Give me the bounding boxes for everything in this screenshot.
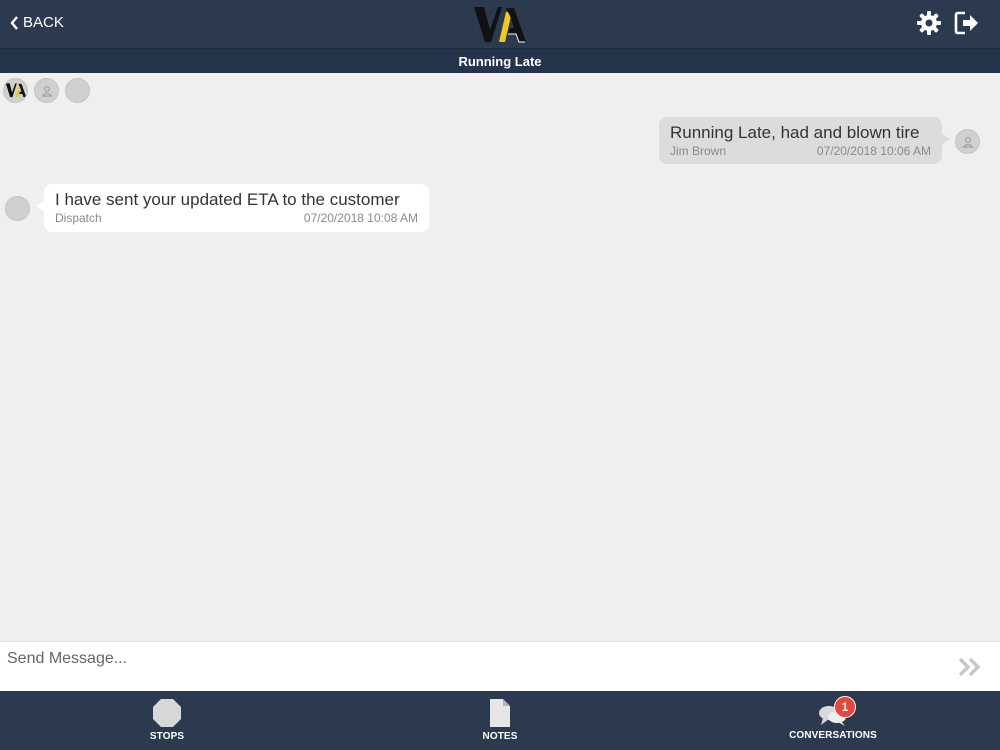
send-message-input[interactable] — [0, 642, 940, 676]
conversation-title-bar: Running Late — [0, 48, 1000, 73]
message-sender: Jim Brown — [670, 144, 727, 158]
tab-notes[interactable]: NOTES — [450, 691, 550, 750]
message-text: Running Late, had and blown tire — [670, 123, 920, 142]
message-text: I have sent your updated ETA to the cust… — [55, 190, 400, 209]
bottom-tab-bar: STOPS NOTES CONVERSATIONS 1 — [0, 691, 1000, 750]
message-bubble-incoming: I have sent your updated ETA to the cust… — [36, 184, 429, 232]
chevron-left-icon — [10, 15, 18, 30]
message-timestamp: 07/20/2018 10:06 AM — [816, 144, 931, 158]
via-logo-icon — [5, 83, 26, 98]
tab-stops[interactable]: STOPS — [117, 691, 217, 750]
top-bar: BACK — [0, 0, 1000, 48]
dispatch-avatar — [5, 196, 30, 221]
tab-label: NOTES — [482, 731, 518, 742]
participant-avatar-via[interactable] — [3, 78, 28, 103]
back-button[interactable]: BACK — [10, 14, 64, 31]
conversation-title: Running Late — [458, 54, 542, 69]
tab-conversations[interactable]: CONVERSATIONS 1 — [778, 691, 888, 750]
gear-icon[interactable] — [916, 10, 942, 36]
unread-count-badge: 1 — [834, 696, 856, 718]
message-timestamp: 07/20/2018 10:08 AM — [303, 211, 418, 225]
back-label: BACK — [23, 14, 64, 31]
message-bubble-outgoing: Running Late, had and blown tire Jim Bro… — [659, 117, 950, 164]
logout-icon[interactable] — [954, 10, 980, 36]
participant-avatar-blank[interactable] — [65, 78, 90, 103]
participants-list — [3, 78, 90, 103]
octagon-icon — [153, 699, 181, 727]
message-sender: Dispatch — [55, 211, 102, 225]
tab-label: STOPS — [149, 731, 185, 742]
document-icon — [490, 699, 510, 727]
message-composer — [0, 641, 1000, 691]
participant-avatar-user[interactable] — [34, 78, 59, 103]
via-logo — [474, 7, 526, 43]
person-icon — [40, 85, 53, 96]
sender-avatar — [955, 129, 980, 154]
tab-label: CONVERSATIONS — [789, 730, 877, 741]
person-icon — [961, 136, 974, 147]
send-icon[interactable] — [957, 657, 983, 677]
